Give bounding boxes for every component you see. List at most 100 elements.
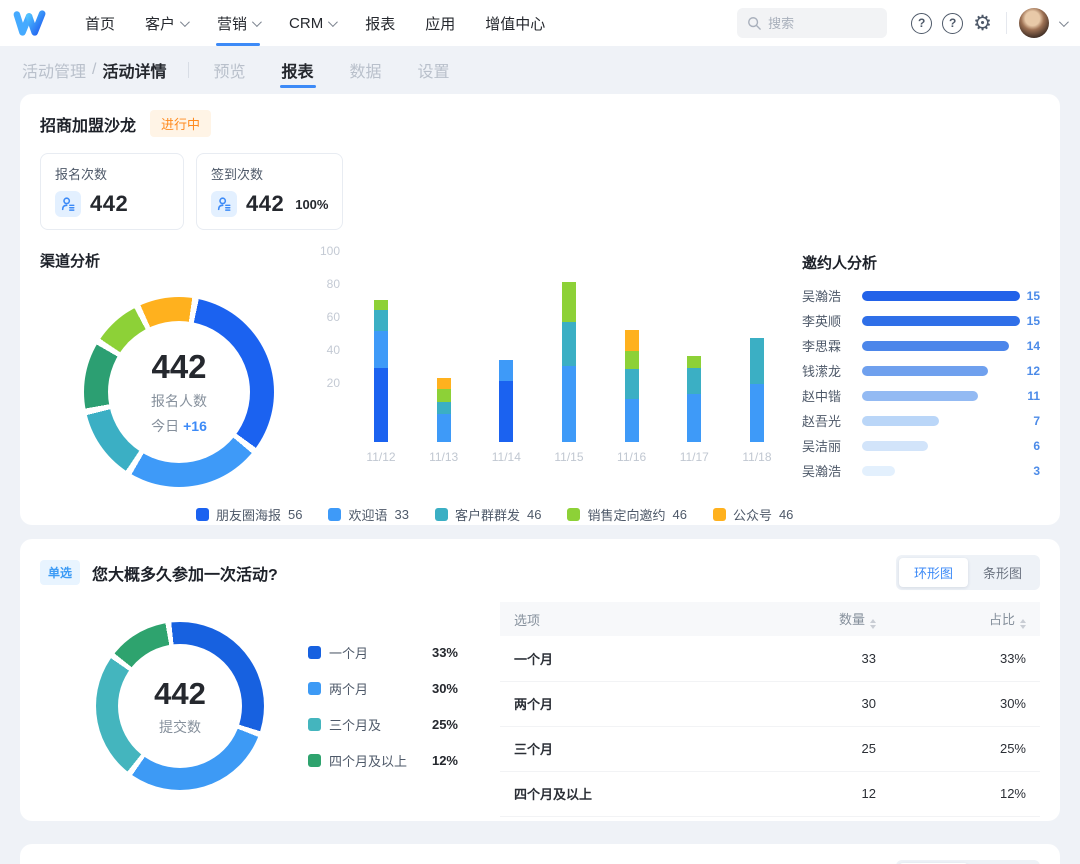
inviter-bar-row[interactable]: 吴瀚浩15: [802, 283, 1040, 308]
breadcrumb-parent[interactable]: 活动管理: [22, 58, 86, 82]
tab-settings[interactable]: 设置: [416, 46, 452, 94]
stat-label: 签到次数: [211, 164, 328, 183]
inviter-bar-row[interactable]: 钱潆龙12: [802, 358, 1040, 383]
breadcrumb-separator: /: [92, 61, 96, 79]
bar-segment: [625, 351, 639, 369]
donut-center-value: 442: [151, 348, 206, 386]
bar: [862, 316, 1020, 326]
nav-item-apps[interactable]: 应用: [410, 0, 470, 46]
nav-item-reports[interactable]: 报表: [350, 0, 410, 46]
bar-column: 11/12: [354, 272, 408, 487]
table-row[interactable]: 三个月2525%: [500, 726, 1040, 771]
tab-data[interactable]: 数据: [348, 46, 384, 94]
cell-count: 25: [740, 726, 890, 771]
tab-report[interactable]: 报表: [280, 46, 316, 94]
inviter-name: 吴瀚浩: [802, 461, 862, 480]
search-input[interactable]: [768, 16, 868, 31]
nav-item-customers[interactable]: 客户: [130, 0, 202, 46]
y-tick-label: 20: [327, 376, 340, 390]
bar-segment: [374, 310, 388, 331]
cell-percent: 12%: [890, 771, 1040, 816]
bar-track: [862, 466, 1026, 476]
bar: [862, 466, 895, 476]
toggle-bar-view[interactable]: 条形图: [968, 558, 1037, 587]
inviter-name: 李思霖: [802, 336, 862, 355]
col-percent[interactable]: 占比: [890, 602, 1040, 636]
donut-center-value: 442: [154, 676, 206, 712]
nav-label: 增值中心: [485, 13, 545, 34]
inviter-bar-row[interactable]: 吴洁丽6: [802, 433, 1040, 458]
toggle-donut-view[interactable]: 环形图: [899, 558, 968, 587]
nav-item-marketing[interactable]: 营销: [202, 0, 274, 46]
status-badge: 进行中: [150, 110, 211, 137]
bar-segment: [625, 369, 639, 399]
gear-icon[interactable]: ⚙: [973, 13, 992, 34]
table-row[interactable]: 一个月3333%: [500, 636, 1040, 681]
legend-percent: 33%: [432, 645, 458, 660]
help-icon[interactable]: ?: [911, 13, 932, 34]
bar-track: [862, 391, 1020, 401]
sort-icon[interactable]: [1020, 619, 1026, 629]
bar-segment: [750, 384, 764, 442]
table-row[interactable]: 两个月3030%: [500, 681, 1040, 726]
inviter-name: 钱潆龙: [802, 361, 862, 380]
cell-percent: 33%: [890, 636, 1040, 681]
legend-item: 朋友圈海报56: [196, 505, 302, 524]
bar-stack: [625, 272, 639, 442]
chevron-down-icon: [252, 17, 262, 27]
bar-stack: [562, 272, 576, 442]
inviter-bar-row[interactable]: 赵吾光7: [802, 408, 1040, 433]
activity-title: 招商加盟沙龙: [40, 112, 136, 136]
donut-today-delta: 今日+16: [151, 416, 207, 436]
survey-donut-chart[interactable]: 442 提交数: [96, 622, 264, 790]
stat-value: 442: [90, 191, 128, 217]
col-option: 选项: [500, 602, 740, 636]
avatar[interactable]: [1019, 8, 1049, 38]
nav-item-home[interactable]: 首页: [70, 0, 130, 46]
bar-column: 11/15: [542, 272, 596, 487]
cell-option: 一个月: [500, 636, 740, 681]
inviter-bar-row[interactable]: 李思霖14: [802, 333, 1040, 358]
legend-item: 欢迎语33: [328, 505, 408, 524]
bar-segment: [374, 300, 388, 310]
bar-segment: [750, 338, 764, 384]
legend-label: 两个月: [329, 679, 368, 698]
channel-donut-chart[interactable]: 442 报名人数 今日+16: [84, 297, 274, 487]
stat-percent: 100%: [295, 197, 328, 212]
support-icon[interactable]: ?: [942, 13, 963, 34]
bar-segment: [625, 399, 639, 442]
legend-label: 销售定向邀约: [587, 505, 665, 524]
bar-track: [862, 441, 1026, 451]
legend-swatch: [567, 508, 580, 521]
col-count[interactable]: 数量: [740, 602, 890, 636]
cell-percent: 30%: [890, 681, 1040, 726]
sort-icon[interactable]: [870, 619, 876, 629]
legend-label: 一个月: [329, 643, 368, 662]
app-logo-icon[interactable]: [8, 6, 52, 40]
table-row[interactable]: 四个月及以上1212%: [500, 771, 1040, 816]
main-menu: 首页 客户 营销 CRM 报表 应用 增值中心: [70, 0, 560, 46]
bar-value: 3: [1033, 464, 1040, 478]
inviter-name: 李英顺: [802, 311, 862, 330]
legend-swatch: [308, 718, 321, 731]
cell-count: 33: [740, 636, 890, 681]
cell-option: 三个月: [500, 726, 740, 771]
survey-legend: 一个月33%两个月30%三个月及25%四个月及以上12%: [308, 643, 458, 770]
legend-swatch: [308, 682, 321, 695]
nav-item-crm[interactable]: CRM: [274, 0, 350, 46]
inviter-bar-row[interactable]: 吴瀚浩 3: [802, 458, 1040, 483]
bar-segment: [562, 322, 576, 367]
legend-label: 朋友圈海报: [216, 505, 281, 524]
bar-plot: 11/1211/1311/1411/1511/1611/1711/18: [346, 272, 802, 487]
inviter-bar-row[interactable]: 赵中锴11: [802, 383, 1040, 408]
survey-question-card-2: 单选 您大概多久参加一次活动? 环形图 条形图: [20, 844, 1060, 864]
tab-preview[interactable]: 预览: [211, 46, 247, 94]
bar-segment: [687, 356, 701, 368]
nav-item-value-center[interactable]: 增值中心: [470, 0, 560, 46]
bar-segment: [437, 402, 451, 414]
bar: [862, 416, 939, 426]
channel-stacked-bar-chart[interactable]: 20406080100 11/1211/1311/1411/1511/1611/…: [312, 250, 802, 487]
chevron-down-icon[interactable]: [1059, 17, 1069, 27]
search-box[interactable]: [737, 8, 887, 38]
inviter-bar-row[interactable]: 李英顺15: [802, 308, 1040, 333]
